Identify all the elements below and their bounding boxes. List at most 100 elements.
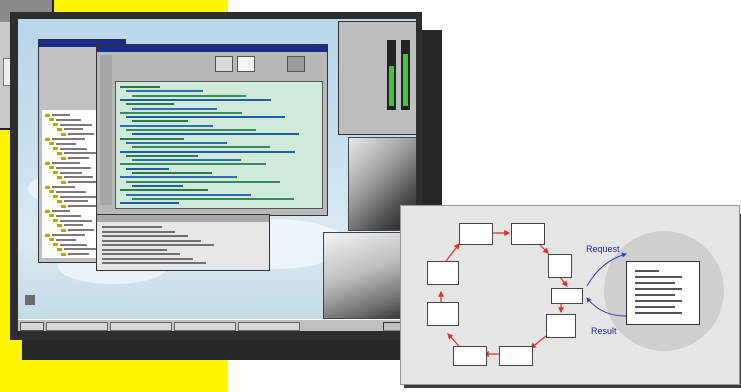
code-line: [120, 137, 184, 140]
diagram-node: [546, 314, 576, 338]
folder-icon: [53, 243, 58, 247]
taskbar-item[interactable]: [46, 322, 108, 331]
tree-row[interactable]: [68, 205, 99, 208]
tree-row[interactable]: [56, 214, 81, 217]
folder-icon: [57, 247, 62, 251]
diagram-node: [427, 261, 459, 285]
tree-row[interactable]: [56, 238, 76, 241]
editor-title-bar[interactable]: [97, 45, 327, 52]
folder-icon: [53, 123, 58, 127]
file-list-window[interactable]: [96, 214, 270, 271]
code-line: [126, 90, 203, 93]
tree-row[interactable]: [64, 128, 83, 131]
tree-row[interactable]: [68, 133, 94, 136]
tree-row[interactable]: [56, 118, 81, 121]
tree-row[interactable]: [56, 190, 86, 193]
start-button[interactable]: [20, 322, 44, 331]
code-line: [132, 94, 246, 97]
tree-row[interactable]: [52, 210, 70, 212]
toolbar-preview-icon[interactable]: [215, 56, 233, 72]
code-line: [126, 129, 256, 131]
tree-row[interactable]: [52, 162, 80, 164]
folder-icon: [45, 185, 50, 189]
code-line: [120, 150, 295, 153]
folder-icon: [49, 166, 54, 170]
code-line: [126, 167, 169, 170]
code-pane[interactable]: [115, 81, 323, 209]
audio-level-panel[interactable]: [338, 21, 416, 135]
tree-row[interactable]: [68, 229, 94, 232]
tree-row[interactable]: [64, 248, 98, 251]
tree-row[interactable]: [60, 171, 82, 174]
file-list-row[interactable]: [102, 248, 167, 251]
code-editor-window[interactable]: [96, 44, 328, 216]
tree-row[interactable]: [64, 200, 88, 203]
tree-row[interactable]: [52, 234, 85, 236]
tree-row[interactable]: [64, 176, 93, 179]
tree-row[interactable]: [56, 142, 76, 145]
folder-icon: [57, 151, 62, 155]
file-list-row[interactable]: [102, 244, 214, 246]
code-line: [132, 133, 299, 136]
folder-icon: [49, 214, 54, 218]
code-line: [132, 120, 188, 123]
folder-icon: [45, 137, 50, 141]
tree-row[interactable]: [60, 147, 87, 150]
folder-icon: [57, 199, 62, 203]
tree-row[interactable]: [64, 224, 83, 227]
tree-row[interactable]: [64, 152, 98, 155]
folder-icon: [53, 195, 58, 199]
tree-row[interactable]: [60, 195, 97, 198]
level-meter-left: [387, 40, 396, 110]
toolbar-document-icon[interactable]: [237, 56, 255, 72]
file-list-row[interactable]: [102, 253, 180, 255]
folder-icon: [61, 156, 66, 160]
file-list-row[interactable]: [102, 239, 201, 242]
desktop-screen: [18, 19, 416, 331]
tree-row[interactable]: [60, 219, 92, 222]
tree-row[interactable]: [68, 253, 89, 256]
desktop-computer-icon[interactable]: [25, 295, 35, 305]
code-line: [126, 141, 227, 144]
code-line: [126, 180, 280, 183]
tree-row[interactable]: [56, 166, 91, 169]
folder-icon: [61, 132, 66, 136]
level-meter-right: [401, 40, 410, 110]
tree-row[interactable]: [60, 243, 87, 246]
taskbar-item[interactable]: [110, 322, 172, 331]
folder-icon: [61, 204, 66, 208]
toolbar-settings-icon[interactable]: [287, 56, 305, 72]
code-line: [126, 154, 198, 157]
file-list-row[interactable]: [102, 235, 188, 237]
folder-icon: [57, 127, 62, 131]
diagram-node: [551, 288, 583, 304]
taskbar: [18, 319, 416, 331]
folder-icon: [53, 219, 58, 223]
code-line: [120, 163, 266, 166]
folder-icon: [49, 190, 54, 194]
folder-icon: [45, 113, 50, 117]
file-list-row[interactable]: [102, 226, 162, 228]
tree-row[interactable]: [68, 157, 89, 160]
tree-row[interactable]: [60, 123, 92, 126]
code-line: [120, 176, 237, 179]
tree-row[interactable]: [52, 138, 85, 140]
code-line: [132, 184, 183, 187]
file-list-row[interactable]: [102, 230, 175, 233]
editor-toolbar[interactable]: [100, 55, 112, 205]
tree-row[interactable]: [52, 114, 70, 116]
result-label: Result: [591, 326, 617, 336]
taskbar-item[interactable]: [238, 322, 300, 331]
file-list-row[interactable]: [102, 257, 193, 260]
tree-row[interactable]: [52, 186, 75, 188]
taskbar-item[interactable]: [174, 322, 236, 331]
folder-icon: [45, 161, 50, 165]
file-list-header: [97, 215, 269, 222]
code-line: [120, 202, 179, 205]
folder-icon: [61, 252, 66, 256]
code-line: [120, 111, 242, 114]
code-line: [132, 146, 270, 149]
code-line: [126, 103, 174, 106]
folder-icon: [57, 223, 62, 227]
file-list-row[interactable]: [102, 262, 206, 264]
